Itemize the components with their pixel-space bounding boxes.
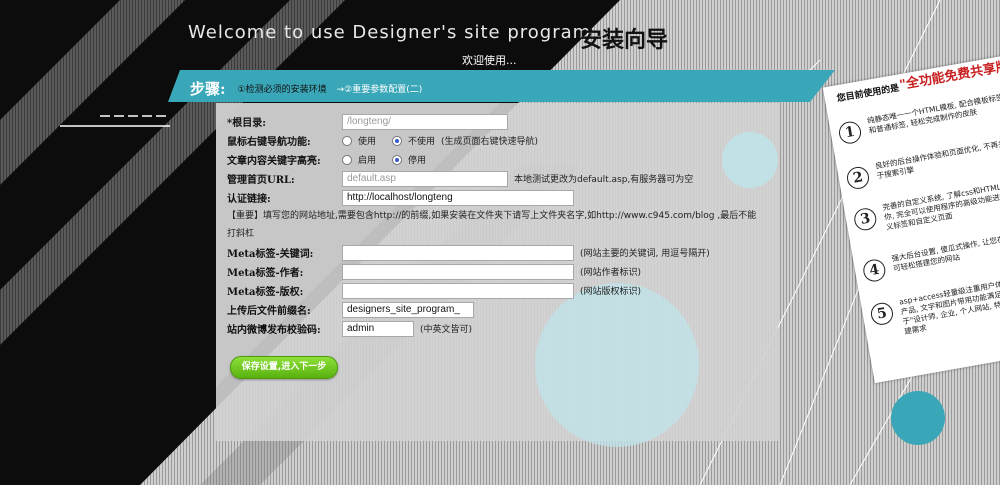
file-prefix-label: 上传后文件前缀名: bbox=[227, 306, 311, 317]
auth-link-label: 认证链接: bbox=[227, 194, 271, 205]
row-nav-func: 鼠标右键导航功能: 使用 不使用 (生成页面右键快速导航) bbox=[227, 131, 787, 150]
home-url-hint: 本地测试更改为default.asp,有服务器可为空 bbox=[514, 175, 694, 185]
config-form: *根目录: /longteng/ 鼠标右键导航功能: 使用 不使用 (生成页面右… bbox=[227, 112, 787, 338]
weibo-code-input[interactable]: admin bbox=[342, 320, 414, 337]
row-file-prefix: 上传后文件前缀名: designers_site_program_ bbox=[227, 300, 787, 319]
header-welcome: 欢迎使用... bbox=[462, 54, 517, 67]
meta-keywords-label: Meta标签-关键词: bbox=[227, 249, 314, 260]
meta-copyright-label: Meta标签-版权: bbox=[227, 287, 304, 298]
nav-func-radio-use[interactable] bbox=[342, 135, 352, 146]
row-meta-copyright: Meta标签-版权: (网站版权标识) bbox=[227, 281, 787, 300]
save-next-button[interactable]: 保存设置,进入下一步 bbox=[230, 356, 338, 379]
nav-func-radio-nouse[interactable] bbox=[392, 135, 403, 146]
meta-copyright-input[interactable] bbox=[342, 282, 574, 299]
root-dir-label: *根目录: bbox=[227, 118, 266, 129]
row-meta-author: Meta标签-作者: (网站作者标识) bbox=[227, 262, 787, 281]
row-auth-link: 认证链接: http://localhost/longteng bbox=[227, 188, 787, 207]
nav-func-label: 鼠标右键导航功能: bbox=[227, 137, 311, 148]
home-url-label: 管理首页URL: bbox=[227, 175, 295, 186]
row-home-url: 管理首页URL: default.asp 本地测试更改为default.asp,… bbox=[227, 169, 787, 188]
root-dir-input[interactable]: /longteng/ bbox=[342, 113, 508, 130]
row-meta-keywords: Meta标签-关键词: (网站主要的关键词, 用逗号隔开) bbox=[227, 243, 787, 262]
keyword-hl-option-off[interactable]: 停用 bbox=[392, 153, 426, 166]
weibo-code-hint: (中英文皆可) bbox=[420, 325, 473, 335]
nav-func-hint: (生成页面右键快速导航) bbox=[441, 137, 539, 147]
auth-link-note: 【重要】填写您的网站地址,需要包含http://的前缀,如果安装在文件夹下请写上… bbox=[227, 211, 757, 239]
steps-bar: 步骤: ①检测必须的安装环境 →②重要参数配置(二) bbox=[190, 74, 422, 102]
auth-link-input[interactable]: http://localhost/longteng bbox=[342, 189, 574, 206]
meta-author-input[interactable] bbox=[342, 263, 574, 280]
keyword-hl-label: 文章内容关键字高亮: bbox=[227, 156, 321, 167]
step-1-check-env: ①检测必须的安装环境 bbox=[237, 84, 327, 95]
keyword-hl-radio-on[interactable] bbox=[342, 154, 352, 165]
meta-keywords-hint: (网站主要的关键词, 用逗号隔开) bbox=[580, 249, 710, 259]
header-title-cn: 安装向导 bbox=[580, 27, 669, 53]
meta-author-hint: (网站作者标识) bbox=[580, 268, 642, 278]
steps-label: 步骤: bbox=[190, 79, 226, 98]
header-title-en: Welcome to use Designer's site program bbox=[188, 22, 592, 43]
meta-copyright-hint: (网站版权标识) bbox=[580, 287, 642, 297]
nav-func-option-nouse[interactable]: 不使用 bbox=[392, 134, 435, 147]
keyword-hl-radio-off[interactable] bbox=[392, 154, 403, 165]
meta-author-label: Meta标签-作者: bbox=[227, 268, 304, 279]
weibo-code-label: 站内微博发布校验码: bbox=[227, 325, 321, 336]
keyword-hl-option-on[interactable]: 启用 bbox=[342, 153, 376, 166]
row-keyword-highlight: 文章内容关键字高亮: 启用 停用 bbox=[227, 150, 787, 169]
home-url-input[interactable]: default.asp bbox=[342, 170, 508, 187]
meta-keywords-input[interactable] bbox=[342, 244, 574, 261]
file-prefix-input[interactable]: designers_site_program_ bbox=[342, 301, 474, 318]
nav-func-option-use[interactable]: 使用 bbox=[342, 134, 376, 147]
row-weibo-code: 站内微博发布校验码: admin (中英文皆可) bbox=[227, 319, 787, 338]
step-2-param-config: →②重要参数配置(二) bbox=[336, 84, 423, 95]
row-root-dir: *根目录: /longteng/ bbox=[227, 112, 787, 131]
